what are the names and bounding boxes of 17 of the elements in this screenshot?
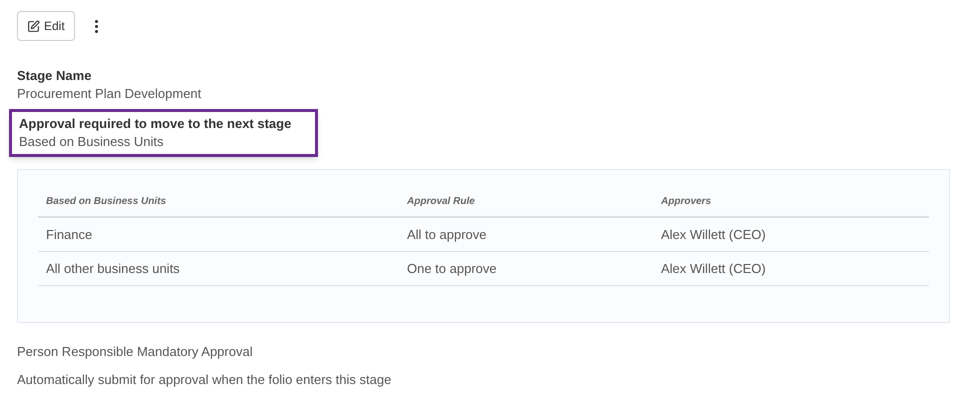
field-value: Based on Business Units	[19, 133, 165, 151]
field-label: Approval required to move to the next stage	[19, 115, 292, 133]
column-header: Approval Rule	[407, 196, 475, 207]
setting-text: Person Responsible Mandatory Approval	[17, 343, 254, 360]
field-label: Stage Name	[17, 67, 92, 85]
table-cell: Alex Willett (CEO)	[661, 226, 766, 242]
table-cell: All other business units	[46, 260, 180, 276]
table-cell: One to approve	[407, 260, 497, 276]
edit-icon	[27, 20, 40, 32]
edit-button[interactable]: Edit	[17, 11, 75, 41]
column-header: Based on Business Units	[46, 196, 166, 207]
setting-text: Automatically submit for approval when the folio enters this stage	[17, 371, 392, 388]
table-cell: All to approve	[407, 226, 486, 242]
field-value: Procurement Plan Development	[17, 85, 202, 103]
column-header: Approvers	[661, 196, 712, 207]
table-cell: Finance	[46, 226, 92, 242]
table-cell: Alex Willett (CEO)	[661, 260, 766, 276]
